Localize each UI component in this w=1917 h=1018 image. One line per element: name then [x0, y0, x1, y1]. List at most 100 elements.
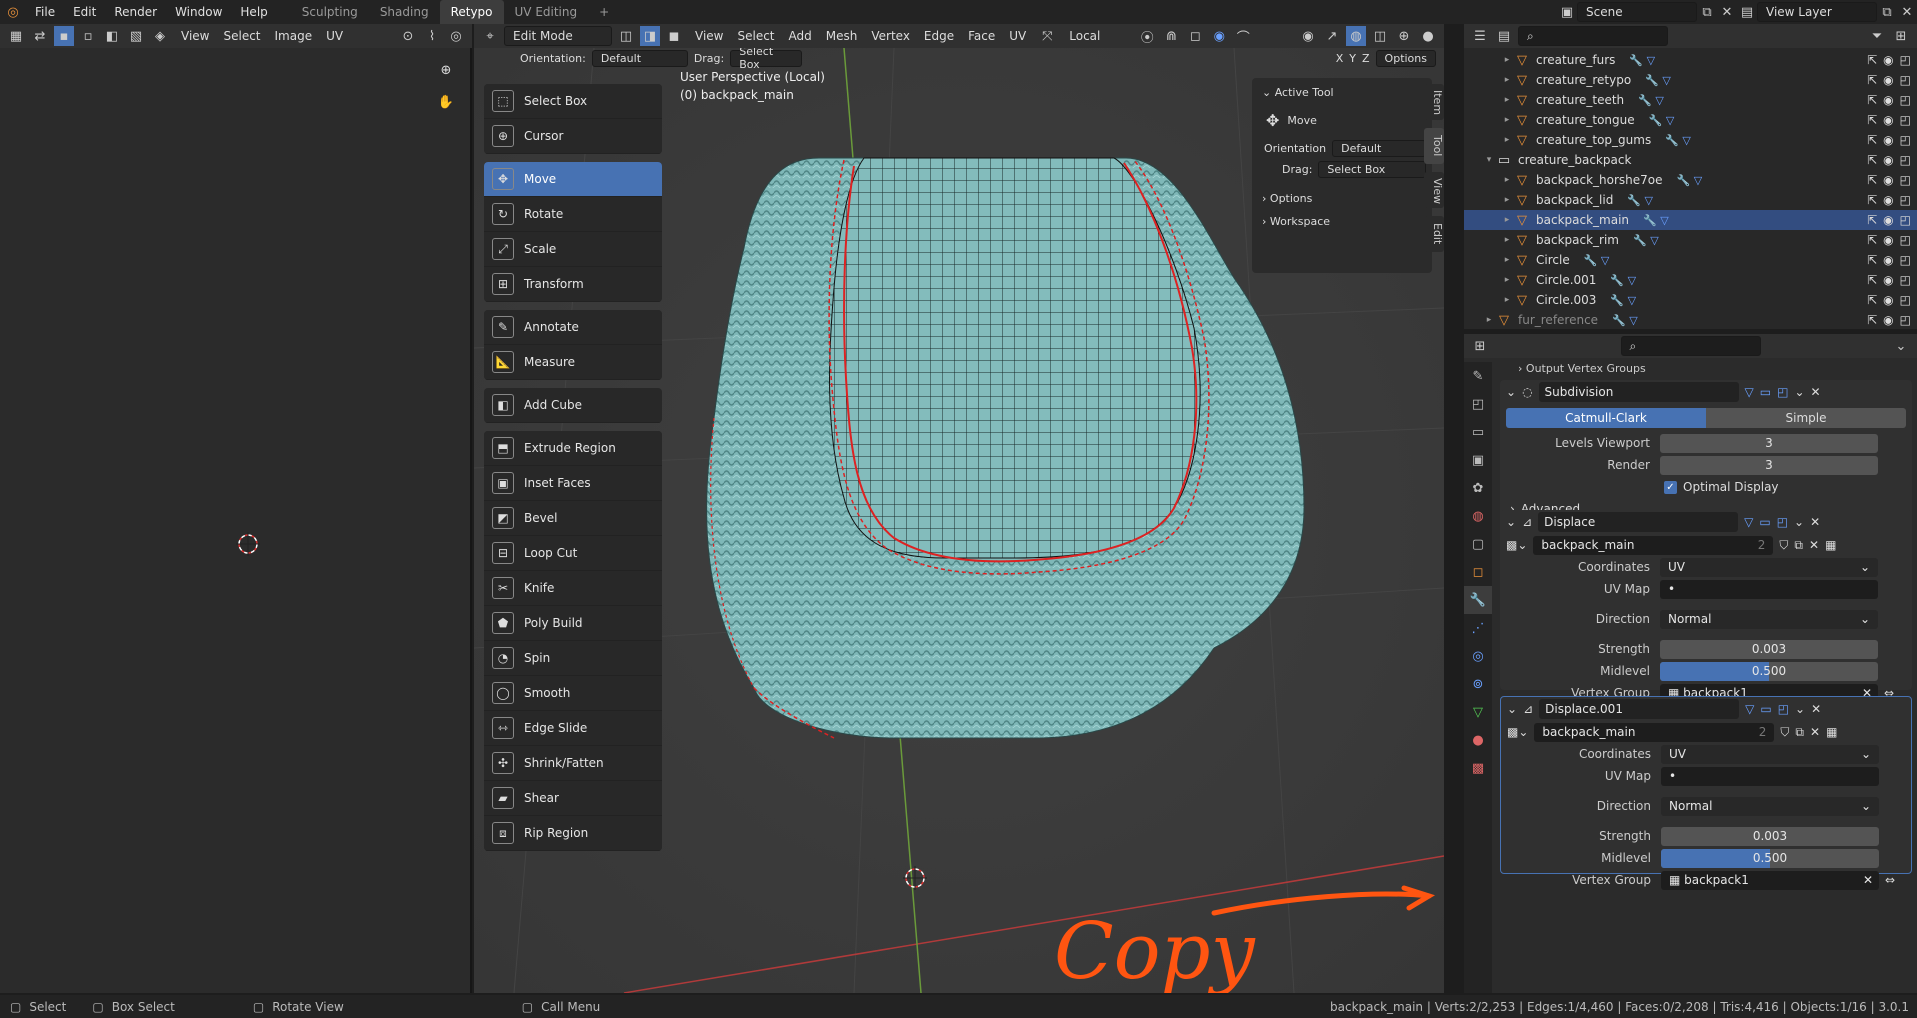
modifier-wrench-icon[interactable]: 🔧 ▽ — [1633, 234, 1659, 247]
tool-annotate[interactable]: ✎ Annotate — [484, 310, 662, 345]
visibility-toggle-icon[interactable]: ◉ — [1883, 133, 1893, 147]
tool-transform[interactable]: ⊞ Transform — [484, 267, 662, 302]
copy-view-layer-icon[interactable]: ⧉ — [1877, 2, 1897, 22]
uv-map-field[interactable]: • — [1660, 579, 1878, 599]
tool-edge-slide[interactable]: ⇿ Edge Slide — [484, 711, 662, 746]
snap-target-icon[interactable]: ◻ — [1185, 26, 1205, 46]
outliner-row[interactable]: ▸ ▽ creature_top_gums 🔧 ▽ ⇱ ◉ ◰ — [1464, 130, 1917, 150]
render-toggle-icon[interactable]: ◰ — [1900, 273, 1911, 287]
expand-open-icon[interactable]: ▾ — [1482, 155, 1496, 165]
mirror-z-toggle[interactable]: Z — [1362, 52, 1370, 65]
visibility-toggle-icon[interactable]: ◉ — [1883, 313, 1893, 327]
texture-browse-icon[interactable]: ▦ — [1825, 538, 1836, 552]
modifier-name-field[interactable]: Subdivision — [1538, 382, 1739, 402]
texture-field[interactable]: backpack_main 2 — [1533, 535, 1774, 555]
texture-checker-icon[interactable]: ▩⌄ — [1506, 538, 1527, 552]
uv-menu-view[interactable]: View — [174, 26, 216, 46]
tab-edit[interactable]: Edit — [1424, 216, 1444, 252]
modifier-wrench-icon[interactable]: 🔧 ▽ — [1677, 174, 1703, 187]
visibility-toggle-icon[interactable]: ◉ — [1883, 113, 1893, 127]
filter-icon[interactable]: ⏷ — [1867, 26, 1887, 46]
3d-viewport[interactable]: User Perspective (Local) (0) backpack_ma… — [474, 48, 1444, 993]
uv-editor-area[interactable]: ⊕ ✋ — [0, 48, 472, 993]
expand-icon[interactable]: ▸ — [1500, 255, 1514, 265]
modifier-wrench-icon[interactable]: 🔧 ▽ — [1627, 194, 1653, 207]
viewport-toggle-icon[interactable]: ▭ — [1760, 385, 1771, 399]
render-toggle-icon[interactable]: ◰ — [1900, 313, 1911, 327]
expand-icon[interactable]: ▸ — [1500, 75, 1514, 85]
workspace-tab-retypo[interactable]: Retypo — [439, 0, 504, 24]
tool-scale[interactable]: ⤢ Scale — [484, 232, 662, 267]
data-tab-icon[interactable]: ▽ — [1464, 698, 1492, 726]
new-collection-icon[interactable]: ⊞ — [1891, 26, 1911, 46]
strength-field[interactable]: 0.003 — [1660, 639, 1878, 659]
options-dropdown[interactable]: Options — [1375, 49, 1436, 67]
tool-inset-faces[interactable]: ▣ Inset Faces — [484, 466, 662, 501]
select-toggle-icon[interactable]: ⇱ — [1867, 293, 1877, 307]
outliner-row[interactable]: ▸ ▽ Circle.003 🔧 ▽ ⇱ ◉ ◰ — [1464, 290, 1917, 310]
mode-selector[interactable]: Edit Mode — [504, 26, 612, 46]
render-levels-field[interactable]: 3 — [1660, 455, 1878, 475]
tool-rotate[interactable]: ↻ Rotate — [484, 197, 662, 232]
modifier-wrench-icon[interactable]: 🔧 ▽ — [1665, 134, 1691, 147]
texture-field[interactable]: backpack_main 2 — [1534, 722, 1775, 742]
modifier-wrench-icon[interactable]: 🔧 ▽ — [1610, 274, 1636, 287]
orientation-dropdown[interactable]: Default — [591, 49, 688, 67]
midlevel-slider[interactable]: 0.500 — [1660, 661, 1878, 681]
render-toggle-icon[interactable]: ◰ — [1900, 293, 1911, 307]
select-toggle-icon[interactable]: ⇱ — [1867, 53, 1877, 67]
menu-edit[interactable]: Edit — [64, 0, 105, 24]
workspace-tab-uv-editing[interactable]: UV Editing — [504, 0, 589, 24]
tab-view[interactable]: View — [1424, 172, 1444, 208]
world-tab-icon[interactable]: ◍ — [1464, 502, 1492, 530]
unlink-texture-icon[interactable]: ✕ — [1810, 725, 1820, 739]
overlays-icon[interactable]: ◍ — [1346, 26, 1366, 46]
proportional-edit-icon[interactable]: ◉ — [1209, 26, 1229, 46]
select-toggle-icon[interactable]: ⇱ — [1867, 253, 1877, 267]
tab-item[interactable]: Item — [1424, 84, 1444, 120]
shading-wireframe-icon[interactable]: ⊕ — [1394, 26, 1414, 46]
simple-button[interactable]: Simple — [1706, 408, 1906, 428]
drag-dropdown[interactable]: Select Box — [730, 48, 803, 71]
render-toggle-icon[interactable]: ◰ — [1900, 53, 1911, 67]
pan-hand-icon[interactable]: ✋ — [436, 92, 456, 112]
uv-map-field[interactable]: • — [1661, 766, 1879, 786]
render-toggle-icon[interactable]: ◰ — [1900, 73, 1911, 87]
render-toggle-icon[interactable]: ◰ — [1900, 253, 1911, 267]
invert-icon[interactable]: ⇔ — [1885, 873, 1895, 887]
output-vertex-groups-panel[interactable]: › Output Vertex Groups — [1518, 362, 1646, 375]
select-toggle-icon[interactable]: ⇱ — [1867, 93, 1877, 107]
render-tab-icon[interactable]: ◰ — [1464, 390, 1492, 418]
tool-select-box[interactable]: ⬚ Select Box — [484, 84, 662, 119]
vp-menu-mesh[interactable]: Mesh — [819, 26, 865, 46]
uv-menu-uv[interactable]: UV — [319, 26, 350, 46]
render-toggle-icon[interactable]: ◰ — [1900, 93, 1911, 107]
tab-tool[interactable]: Tool — [1424, 128, 1444, 164]
fake-user-icon[interactable]: ⛉ — [1779, 538, 1788, 553]
visibility-toggle-icon[interactable]: ◉ — [1883, 173, 1893, 187]
modifier-wrench-icon[interactable]: 🔧 ▽ — [1643, 214, 1669, 227]
render-toggle-icon[interactable]: ◰ — [1900, 133, 1911, 147]
view-layer-selector[interactable]: View Layer — [1757, 2, 1877, 22]
tool-spin[interactable]: ◔ Spin — [484, 641, 662, 676]
vp-menu-add[interactable]: Add — [782, 26, 819, 46]
scene-selector[interactable]: Scene — [1577, 2, 1697, 22]
constraints-tab-icon[interactable]: ⊚ — [1464, 670, 1492, 698]
mirror-y-toggle[interactable]: Y — [1349, 52, 1356, 65]
editmode-toggle-icon[interactable]: ▽ — [1744, 515, 1753, 529]
vertex-mode-icon[interactable]: ◫ — [616, 26, 636, 46]
expand-icon[interactable]: ▸ — [1500, 275, 1514, 285]
select-toggle-icon[interactable]: ⇱ — [1867, 233, 1877, 247]
editmode-toggle-icon[interactable]: ▽ — [1745, 385, 1754, 399]
menu-render[interactable]: Render — [105, 0, 166, 24]
expand-icon[interactable]: ▸ — [1500, 135, 1514, 145]
select-toggle-icon[interactable]: ⇱ — [1867, 113, 1877, 127]
outliner-row[interactable]: ▸ ▽ Circle.001 🔧 ▽ ⇱ ◉ ◰ — [1464, 270, 1917, 290]
modifier-wrench-icon[interactable]: 🔧 ▽ — [1645, 74, 1671, 87]
unlink-texture-icon[interactable]: ✕ — [1809, 538, 1819, 552]
select-toggle-icon[interactable]: ⇱ — [1867, 133, 1877, 147]
fake-user-icon[interactable]: ⛉ — [1780, 725, 1789, 740]
direction-dropdown[interactable]: Normal ⌄ — [1660, 609, 1878, 629]
tool-smooth[interactable]: ◯ Smooth — [484, 676, 662, 711]
np-workspace-panel[interactable]: › Workspace — [1252, 205, 1432, 228]
